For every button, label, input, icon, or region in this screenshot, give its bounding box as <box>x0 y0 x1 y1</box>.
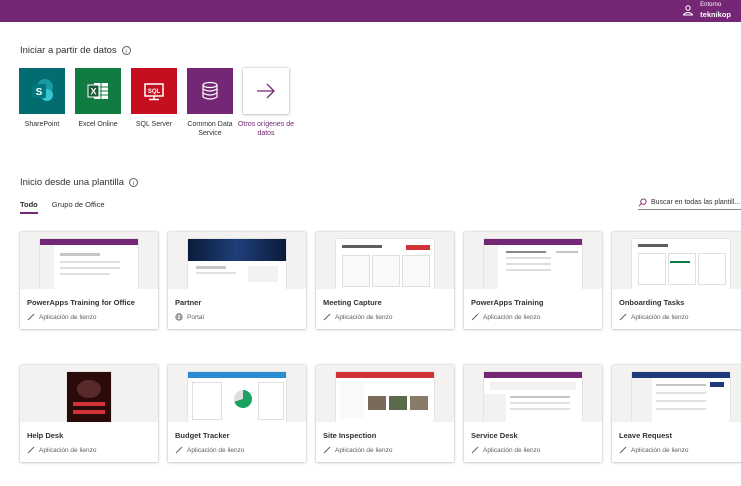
template-type-text: Aplicación de lienzo <box>335 446 393 454</box>
template-type: Aplicación de lienzo <box>323 313 392 321</box>
template-title: PowerApps Training <box>471 298 544 307</box>
template-type-text: Aplicación de lienzo <box>335 313 393 321</box>
top-bar: Entorno teknikop <box>0 0 741 22</box>
source-other[interactable]: Otros orígenes de datos <box>238 68 294 138</box>
source-label: Excel Online <box>78 121 118 128</box>
pencil-icon <box>471 446 479 454</box>
pencil-icon <box>323 446 331 454</box>
template-type-text: Aplicación de lienzo <box>483 313 541 321</box>
environment-name: teknikop <box>700 10 731 19</box>
template-thumbnail <box>612 232 741 289</box>
template-title: Partner <box>175 298 202 307</box>
template-type: Aplicación de lienzo <box>471 313 540 321</box>
source-sql-server[interactable]: SQL SQL Server <box>131 68 177 138</box>
excel-icon: X <box>75 68 121 114</box>
template-card[interactable]: Help Desk Aplicación de lienzo <box>20 365 158 462</box>
pencil-icon <box>27 313 35 321</box>
template-search[interactable]: Buscar en todas las plantill... <box>638 195 741 210</box>
template-title: Leave Request <box>619 431 672 440</box>
tab-office-group[interactable]: Grupo de Office <box>52 200 105 214</box>
info-icon[interactable]: i <box>129 178 139 187</box>
template-type: Aplicación de lienzo <box>619 446 688 454</box>
template-thumbnail <box>316 365 454 422</box>
template-card[interactable]: Onboarding Tasks Aplicación de lienzo <box>612 232 741 329</box>
template-card[interactable]: Site Inspection Aplicación de lienzo <box>316 365 454 462</box>
template-title: Site Inspection <box>323 431 377 440</box>
data-sources: S SharePoint X Excel Online SQL SQL Serv… <box>19 68 294 138</box>
search-icon <box>638 197 647 206</box>
pencil-icon <box>471 313 479 321</box>
template-type: Aplicación de lienzo <box>27 446 96 454</box>
tab-todo[interactable]: Todo <box>20 200 38 214</box>
svg-text:SQL: SQL <box>148 89 161 95</box>
template-type-text: Aplicación de lienzo <box>39 313 97 321</box>
pencil-icon <box>175 446 183 454</box>
sql-server-icon: SQL <box>131 68 177 114</box>
template-type: Portal <box>175 313 204 321</box>
arrow-right-icon <box>243 68 289 114</box>
template-card[interactable]: Meeting Capture Aplicación de lienzo <box>316 232 454 329</box>
template-thumbnail <box>20 232 158 289</box>
environment-label: Entorno <box>700 2 722 8</box>
sharepoint-icon: S <box>19 68 65 114</box>
template-section-title: Inicio desde una plantilla i <box>20 177 139 188</box>
template-card[interactable]: Partner Portal <box>168 232 306 329</box>
svg-text:X: X <box>90 87 96 97</box>
pencil-icon <box>619 313 627 321</box>
template-type-text: Aplicación de lienzo <box>39 446 97 454</box>
template-type: Aplicación de lienzo <box>27 313 96 321</box>
source-label: Otros orígenes de datos <box>237 121 295 137</box>
source-common-data-service[interactable]: Common Data Service <box>187 68 233 138</box>
template-title: Service Desk <box>471 431 518 440</box>
template-title: Budget Tracker <box>175 431 230 440</box>
data-section-title-text: Iniciar a partir de datos <box>20 45 117 56</box>
template-row-1: PowerApps Training for Office Aplicación… <box>20 232 741 329</box>
template-card[interactable]: PowerApps Training Aplicación de lienzo <box>464 232 602 329</box>
template-type: Aplicación de lienzo <box>619 313 688 321</box>
template-type-text: Aplicación de lienzo <box>187 446 245 454</box>
environment-icon <box>683 5 694 16</box>
template-type: Aplicación de lienzo <box>175 446 244 454</box>
template-card[interactable]: Budget Tracker Aplicación de lienzo <box>168 365 306 462</box>
template-card[interactable]: Leave Request Aplicación de lienzo <box>612 365 741 462</box>
template-thumbnail <box>612 365 741 422</box>
template-row-2: Help Desk Aplicación de lienzo Budget Tr… <box>20 365 741 462</box>
template-thumbnail <box>464 365 602 422</box>
template-title: Onboarding Tasks <box>619 298 685 307</box>
template-tabs: Todo Grupo de Office <box>20 200 105 214</box>
source-label: SQL Server <box>135 121 173 128</box>
pencil-icon <box>27 446 35 454</box>
data-section-title: Iniciar a partir de datos i <box>20 45 131 56</box>
template-type-text: Portal <box>187 313 204 321</box>
template-title: PowerApps Training for Office <box>27 298 135 307</box>
template-type: Aplicación de lienzo <box>323 446 392 454</box>
source-label: Common Data Service <box>187 121 233 137</box>
environment-picker[interactable]: Entorno teknikop <box>682 1 731 19</box>
template-type-text: Aplicación de lienzo <box>631 313 689 321</box>
template-thumbnail <box>168 365 306 422</box>
template-type-text: Aplicación de lienzo <box>631 446 689 454</box>
template-thumbnail <box>168 232 306 289</box>
common-data-service-icon <box>187 68 233 114</box>
pencil-icon <box>619 446 627 454</box>
source-label: SharePoint <box>24 121 60 128</box>
template-thumbnail <box>20 365 158 422</box>
template-title: Meeting Capture <box>323 298 382 307</box>
svg-text:S: S <box>36 87 43 98</box>
template-type: Aplicación de lienzo <box>471 446 540 454</box>
template-card[interactable]: PowerApps Training for Office Aplicación… <box>20 232 158 329</box>
template-thumbnail <box>316 232 454 289</box>
source-excel-online[interactable]: X Excel Online <box>75 68 121 138</box>
source-sharepoint[interactable]: S SharePoint <box>19 68 65 138</box>
template-type-text: Aplicación de lienzo <box>483 446 541 454</box>
info-icon[interactable]: i <box>121 46 131 55</box>
template-card[interactable]: Service Desk Aplicación de lienzo <box>464 365 602 462</box>
template-title: Help Desk <box>27 431 64 440</box>
template-section-title-text: Inicio desde una plantilla <box>20 177 125 188</box>
search-placeholder: Buscar en todas las plantill... <box>651 198 741 206</box>
pencil-icon <box>323 313 331 321</box>
template-thumbnail <box>464 232 602 289</box>
globe-icon <box>175 313 183 321</box>
